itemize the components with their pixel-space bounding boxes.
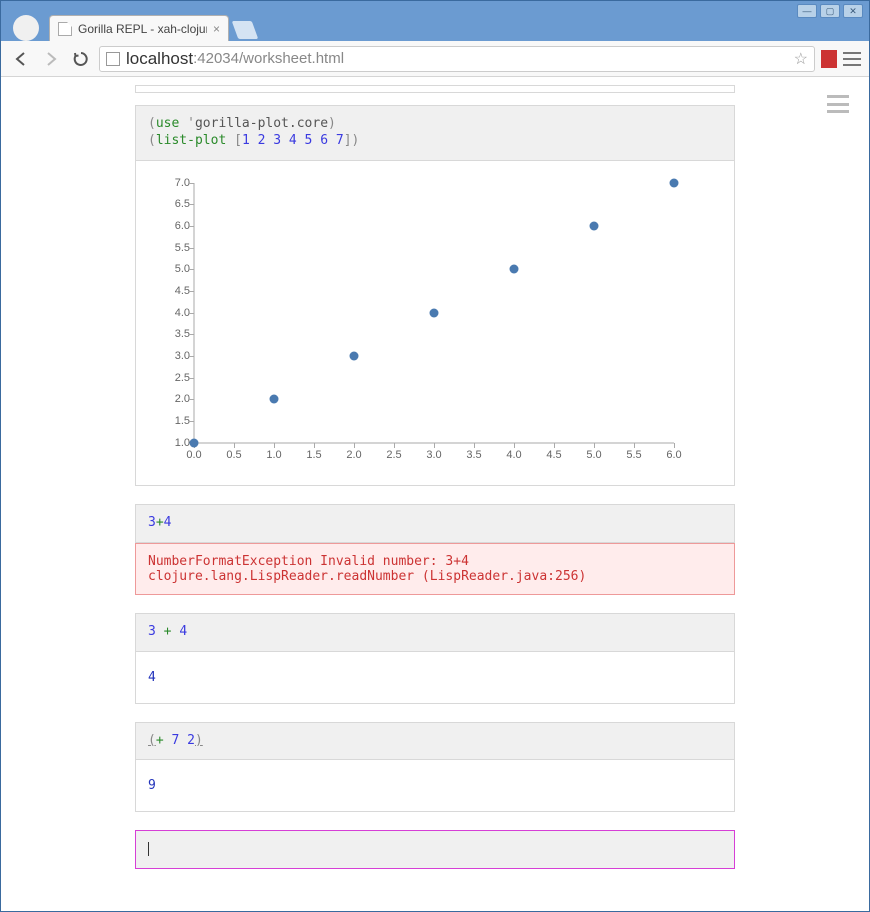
y-tick-label: 1.5 xyxy=(150,415,190,427)
profile-avatar[interactable] xyxy=(13,15,39,41)
x-tick-label: 4.0 xyxy=(506,449,521,461)
x-tick-label: 2.0 xyxy=(346,449,361,461)
code-input[interactable]: (use 'gorilla-plot.core) (list-plot [1 2… xyxy=(135,105,735,161)
browser-toolbar: localhost:42034/worksheet.html ☆ xyxy=(1,41,869,77)
url-path: :42034/worksheet.html xyxy=(193,50,344,67)
x-tick-label: 3.0 xyxy=(426,449,441,461)
cell-output-stub xyxy=(135,85,735,93)
worksheet: (use 'gorilla-plot.core) (list-plot [1 2… xyxy=(135,85,735,869)
browser-window: — ▢ ✕ Gorilla REPL - xah-clojur × localh… xyxy=(0,0,870,912)
url-host: localhost xyxy=(126,49,193,69)
y-tick-label: 3.5 xyxy=(150,328,190,340)
x-tick-label: 4.5 xyxy=(546,449,561,461)
data-point xyxy=(430,308,439,317)
x-tick-label: 3.5 xyxy=(466,449,481,461)
worksheet-menu-button[interactable] xyxy=(827,95,849,113)
y-tick-label: 7.0 xyxy=(150,177,190,189)
code-output-error: NumberFormatException Invalid number: 3+… xyxy=(135,543,735,595)
reload-button[interactable] xyxy=(69,47,93,71)
code-output-value: 9 xyxy=(135,760,735,812)
y-tick-label: 1.0 xyxy=(150,437,190,449)
data-point xyxy=(190,438,199,447)
back-button[interactable] xyxy=(9,47,33,71)
code-cell: 3 + 4 4 xyxy=(135,613,735,704)
arrow-right-icon xyxy=(42,50,60,68)
code-output-plot: 1.0 1.5 2.0 2.5 3.0 3.5 4.0 4.5 5.0 5.5 6.0 6.5 7.0 0… xyxy=(135,161,735,486)
address-bar[interactable]: localhost:42034/worksheet.html ☆ xyxy=(99,46,815,72)
page-icon xyxy=(58,22,72,36)
y-tick-label: 5.0 xyxy=(150,263,190,275)
data-point xyxy=(510,265,519,274)
new-tab-button[interactable] xyxy=(232,21,259,39)
browser-tab[interactable]: Gorilla REPL - xah-clojur × xyxy=(49,15,229,41)
extension-icon[interactable] xyxy=(821,50,837,68)
code-cell: 3+4 NumberFormatException Invalid number… xyxy=(135,504,735,595)
x-tick-label: 0.0 xyxy=(186,449,201,461)
code-input[interactable]: (+ 7 2) xyxy=(135,722,735,761)
arrow-left-icon xyxy=(12,50,30,68)
x-tick-label: 2.5 xyxy=(386,449,401,461)
y-tick-label: 4.0 xyxy=(150,307,190,319)
close-window-button[interactable]: ✕ xyxy=(843,4,863,18)
x-tick-label: 0.5 xyxy=(226,449,241,461)
x-tick-label: 5.0 xyxy=(586,449,601,461)
scatter-plot: 1.0 1.5 2.0 2.5 3.0 3.5 4.0 4.5 5.0 5.5 6.0 6.5 7.0 0… xyxy=(140,173,700,473)
x-tick-label: 1.0 xyxy=(266,449,281,461)
x-tick-label: 1.5 xyxy=(306,449,321,461)
browser-menu-button[interactable] xyxy=(843,52,861,66)
y-tick-label: 3.0 xyxy=(150,350,190,362)
forward-button[interactable] xyxy=(39,47,63,71)
code-output-value: 4 xyxy=(135,652,735,704)
code-cell: (use 'gorilla-plot.core) (list-plot [1 2… xyxy=(135,105,735,486)
page-content[interactable]: (use 'gorilla-plot.core) (list-plot [1 2… xyxy=(1,77,869,911)
y-tick-label: 6.0 xyxy=(150,220,190,232)
close-tab-icon[interactable]: × xyxy=(213,22,220,36)
y-tick-label: 2.5 xyxy=(150,372,190,384)
tab-strip: Gorilla REPL - xah-clojur × xyxy=(1,11,869,41)
page-icon xyxy=(106,52,120,66)
code-input[interactable]: 3 + 4 xyxy=(135,613,735,652)
code-cell xyxy=(135,830,735,869)
maximize-button[interactable]: ▢ xyxy=(820,4,840,18)
y-tick-label: 4.5 xyxy=(150,285,190,297)
tab-title: Gorilla REPL - xah-clojur xyxy=(78,22,207,36)
data-point xyxy=(270,395,279,404)
data-point xyxy=(590,222,599,231)
data-point xyxy=(350,352,359,361)
x-tick-label: 5.5 xyxy=(626,449,641,461)
bookmark-star-icon[interactable]: ☆ xyxy=(794,49,808,69)
minimize-button[interactable]: — xyxy=(797,4,817,18)
y-tick-label: 5.5 xyxy=(150,242,190,254)
code-cell: (+ 7 2) 9 xyxy=(135,722,735,813)
data-point xyxy=(670,178,679,187)
y-tick-label: 2.0 xyxy=(150,393,190,405)
window-controls: — ▢ ✕ xyxy=(797,4,863,18)
x-tick-label: 6.0 xyxy=(666,449,681,461)
code-input-active[interactable] xyxy=(135,830,735,869)
reload-icon xyxy=(73,51,89,67)
code-input[interactable]: 3+4 xyxy=(135,504,735,543)
y-tick-label: 6.5 xyxy=(150,198,190,210)
